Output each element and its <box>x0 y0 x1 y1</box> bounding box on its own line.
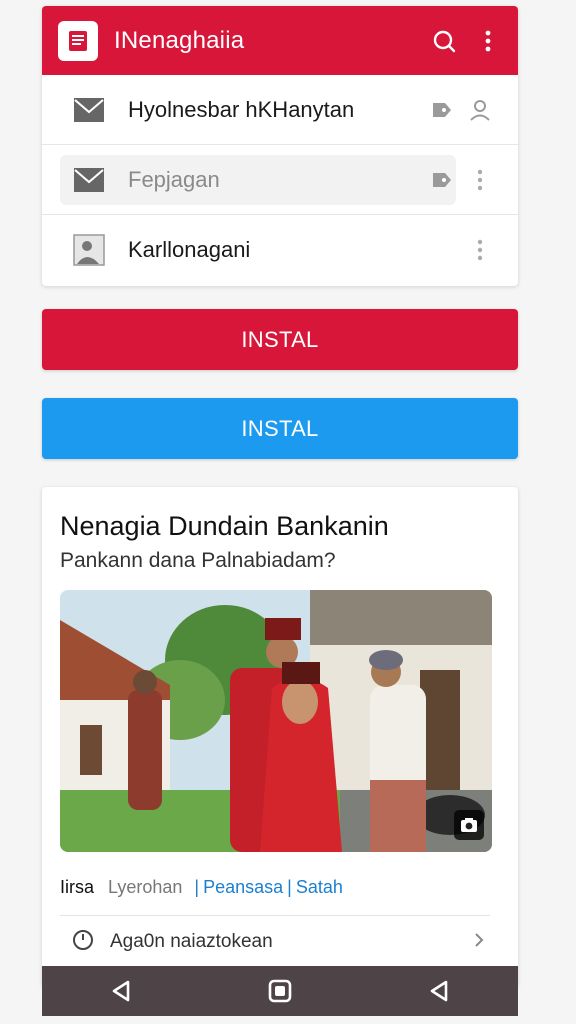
news-time: Lyerohan <box>108 877 183 897</box>
system-nav-bar <box>42 966 518 1016</box>
list-item[interactable]: Fepjagan <box>42 145 518 215</box>
list-item-label: Karllonagani <box>128 237 251 262</box>
top-card: INenaghaiia Hyolnesbar hKHanytan Fepjaga… <box>42 6 518 286</box>
news-source: Iirsa <box>60 877 95 897</box>
mail-icon <box>72 95 106 125</box>
app-title: INenaghaiia <box>114 26 245 54</box>
tag-icon[interactable] <box>428 96 456 124</box>
news-meta: Iirsa Lyerohan | Peansasa | Satah <box>60 877 343 898</box>
home-icon[interactable] <box>260 971 300 1011</box>
mail-icon <box>72 165 106 195</box>
more-vert-icon[interactable] <box>466 236 494 264</box>
more-vert-icon[interactable] <box>466 166 494 194</box>
person-icon[interactable] <box>466 96 494 124</box>
more-vert-icon[interactable] <box>472 25 504 57</box>
news-subtitle: Pankann dana Palnabiadam? <box>60 549 336 572</box>
list-item[interactable]: Hyolnesbar hKHanytan <box>42 75 518 145</box>
recent-apps-icon[interactable] <box>419 971 459 1011</box>
camera-icon[interactable] <box>454 810 484 840</box>
install-button-secondary[interactable]: INSTAL <box>42 398 518 459</box>
clock-icon <box>72 929 94 956</box>
list-item[interactable]: Karllonagani <box>42 215 518 285</box>
install-button-primary[interactable]: INSTAL <box>42 309 518 370</box>
news-title[interactable]: Nenagia Dundain Bankanin <box>60 511 389 542</box>
back-icon[interactable] <box>101 971 141 1011</box>
meta-separator: | <box>287 877 292 897</box>
news-link-satah[interactable]: Satah <box>296 877 343 898</box>
news-card[interactable]: Nenagia Dundain Bankanin Pankann dana Pa… <box>42 487 518 987</box>
list-item-label: Hyolnesbar hKHanytan <box>128 96 355 122</box>
search-icon[interactable] <box>428 25 460 57</box>
contact-image-icon <box>72 234 106 266</box>
news-photo[interactable] <box>60 590 492 852</box>
news-link-peansasa[interactable]: Peansasa <box>203 877 283 898</box>
chevron-right-icon[interactable] <box>474 932 484 953</box>
list-item-label: Fepjagan <box>128 166 220 192</box>
news-footer-row[interactable]: Aga0n naiaztokean <box>72 927 484 957</box>
tag-icon[interactable] <box>428 166 456 194</box>
app-bar: INenaghaiia <box>42 6 518 75</box>
book-icon[interactable] <box>58 20 98 61</box>
divider <box>60 915 490 916</box>
meta-separator: | <box>194 877 200 897</box>
news-footer-label: Aga0n naiaztokean <box>110 931 273 952</box>
